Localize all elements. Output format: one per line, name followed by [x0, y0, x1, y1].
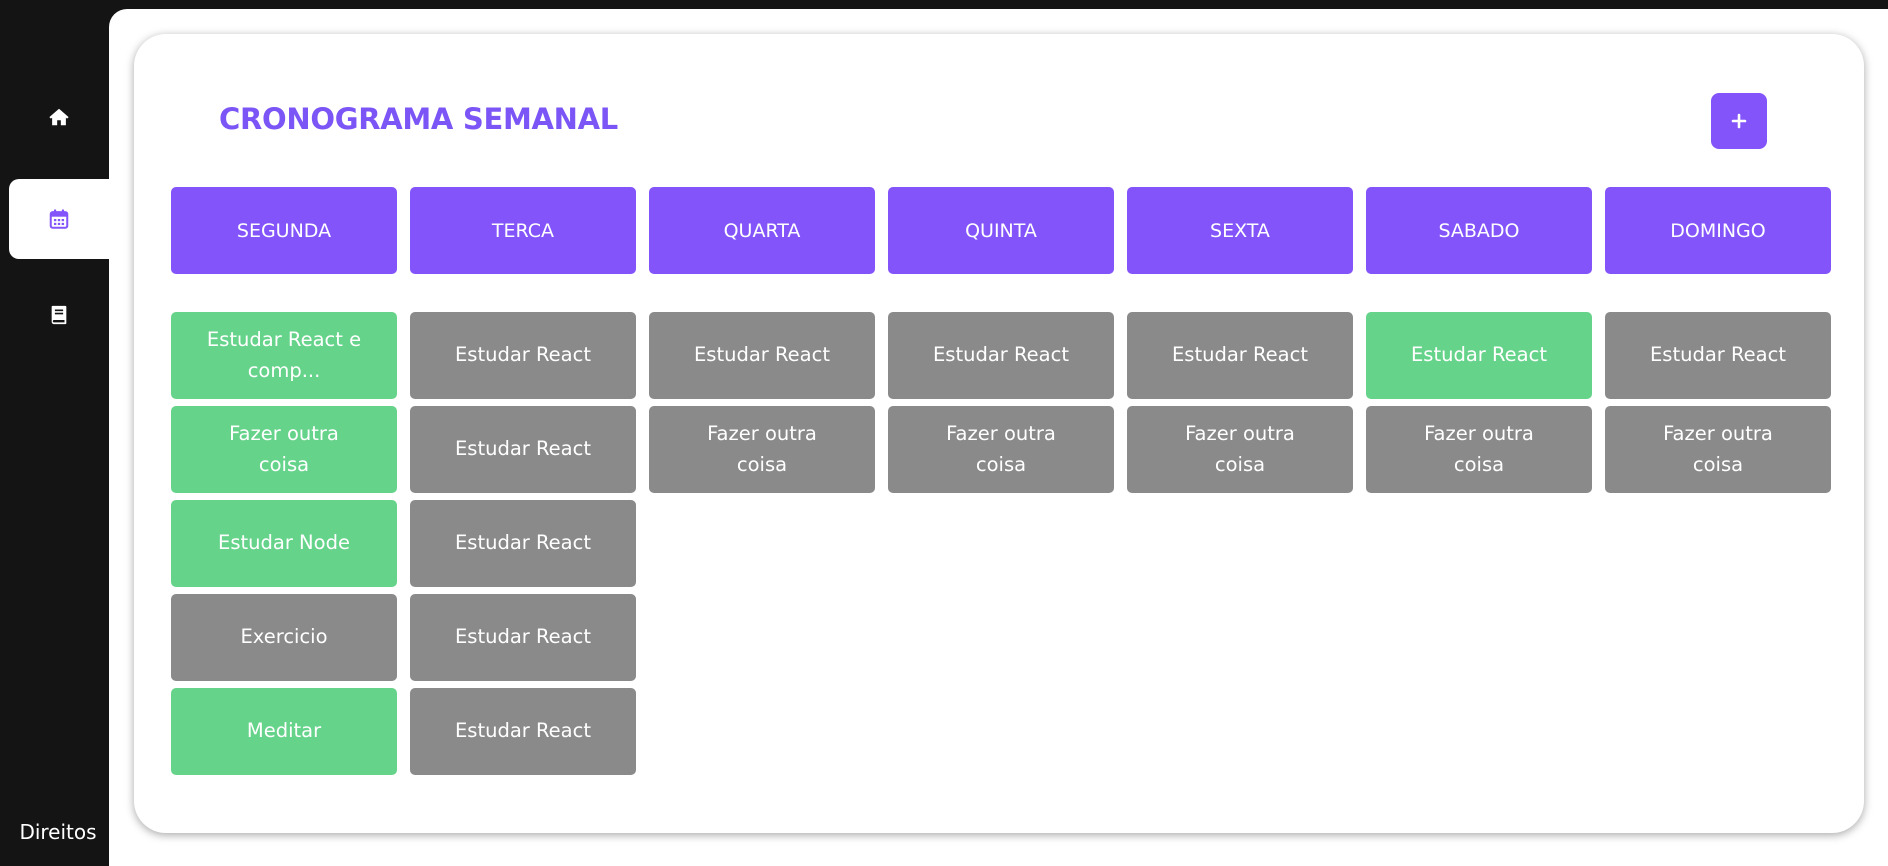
task-list: Estudar React Fazer outra coisa — [1127, 312, 1353, 493]
day-column-quarta: QUARTA Estudar React Fazer outra coisa — [649, 187, 875, 775]
task-card[interactable]: Fazer outra coisa — [1366, 406, 1592, 493]
day-column-sexta: SEXTA Estudar React Fazer outra coisa — [1127, 187, 1353, 775]
plus-icon — [1731, 113, 1747, 129]
task-list: Estudar React e comp... Fazer outra coisa… — [171, 312, 397, 775]
page-title: CRONOGRAMA SEMANAL — [219, 102, 618, 136]
add-task-button[interactable] — [1711, 93, 1767, 149]
day-header-domingo[interactable]: DOMINGO — [1605, 187, 1831, 274]
day-header-terca[interactable]: TERCA — [410, 187, 636, 274]
day-header-quarta[interactable]: QUARTA — [649, 187, 875, 274]
task-card[interactable]: Fazer outra coisa — [1605, 406, 1831, 493]
task-list: Estudar React Fazer outra coisa — [649, 312, 875, 493]
task-card[interactable]: Estudar React e comp... — [171, 312, 397, 399]
sidebar: Direitos — [0, 0, 109, 866]
task-card[interactable]: Estudar React — [410, 406, 636, 493]
day-column-domingo: DOMINGO Estudar React Fazer outra coisa — [1605, 187, 1831, 775]
day-header-sexta[interactable]: SEXTA — [1127, 187, 1353, 274]
task-list: Estudar React Fazer outra coisa — [1605, 312, 1831, 493]
task-card[interactable]: Fazer outra coisa — [888, 406, 1114, 493]
footer-rights-label: Direitos — [19, 820, 97, 844]
task-card[interactable]: Estudar React — [410, 500, 636, 587]
day-column-segunda: SEGUNDA Estudar React e comp... Fazer outr… — [171, 187, 397, 775]
day-header-quinta[interactable]: QUINTA — [888, 187, 1114, 274]
task-card[interactable]: Fazer outra coisa — [171, 406, 397, 493]
home-icon — [49, 108, 69, 126]
task-card[interactable]: Estudar React — [649, 312, 875, 399]
task-card[interactable]: Estudar React — [410, 594, 636, 681]
book-icon — [51, 305, 67, 325]
task-card[interactable]: Estudar React — [410, 688, 636, 775]
task-card[interactable]: Estudar React — [1366, 312, 1592, 399]
task-card[interactable]: Meditar — [171, 688, 397, 775]
task-list: Estudar React Estudar React Estudar React E… — [410, 312, 636, 775]
task-list: Estudar React Fazer outra coisa — [1366, 312, 1592, 493]
day-column-quinta: QUINTA Estudar React Fazer outra coisa — [888, 187, 1114, 775]
day-header-sabado[interactable]: SABADO — [1366, 187, 1592, 274]
sidebar-item-home[interactable] — [9, 77, 109, 157]
sidebar-item-schedule[interactable] — [9, 179, 109, 259]
task-card[interactable]: Fazer outra coisa — [649, 406, 875, 493]
day-header-segunda[interactable]: SEGUNDA — [171, 187, 397, 274]
schedule-card: CRONOGRAMA SEMANAL SEGUNDA Estudar React … — [134, 34, 1864, 833]
task-card[interactable]: Estudar React — [410, 312, 636, 399]
task-card[interactable]: Estudar React — [1127, 312, 1353, 399]
task-list: Estudar React Fazer outra coisa — [888, 312, 1114, 493]
calendar-icon — [49, 209, 69, 229]
task-card[interactable]: Estudar React — [888, 312, 1114, 399]
task-card[interactable]: Fazer outra coisa — [1127, 406, 1353, 493]
task-card[interactable]: Estudar React — [1605, 312, 1831, 399]
sidebar-item-book[interactable] — [9, 275, 109, 355]
task-card[interactable]: Estudar Node — [171, 500, 397, 587]
task-card[interactable]: Exercicio — [171, 594, 397, 681]
day-column-terca: TERCA Estudar React Estudar React Estudar R… — [410, 187, 636, 775]
week-grid: SEGUNDA Estudar React e comp... Fazer outr… — [171, 187, 1831, 775]
day-column-sabado: SABADO Estudar React Fazer outra coisa — [1366, 187, 1592, 775]
